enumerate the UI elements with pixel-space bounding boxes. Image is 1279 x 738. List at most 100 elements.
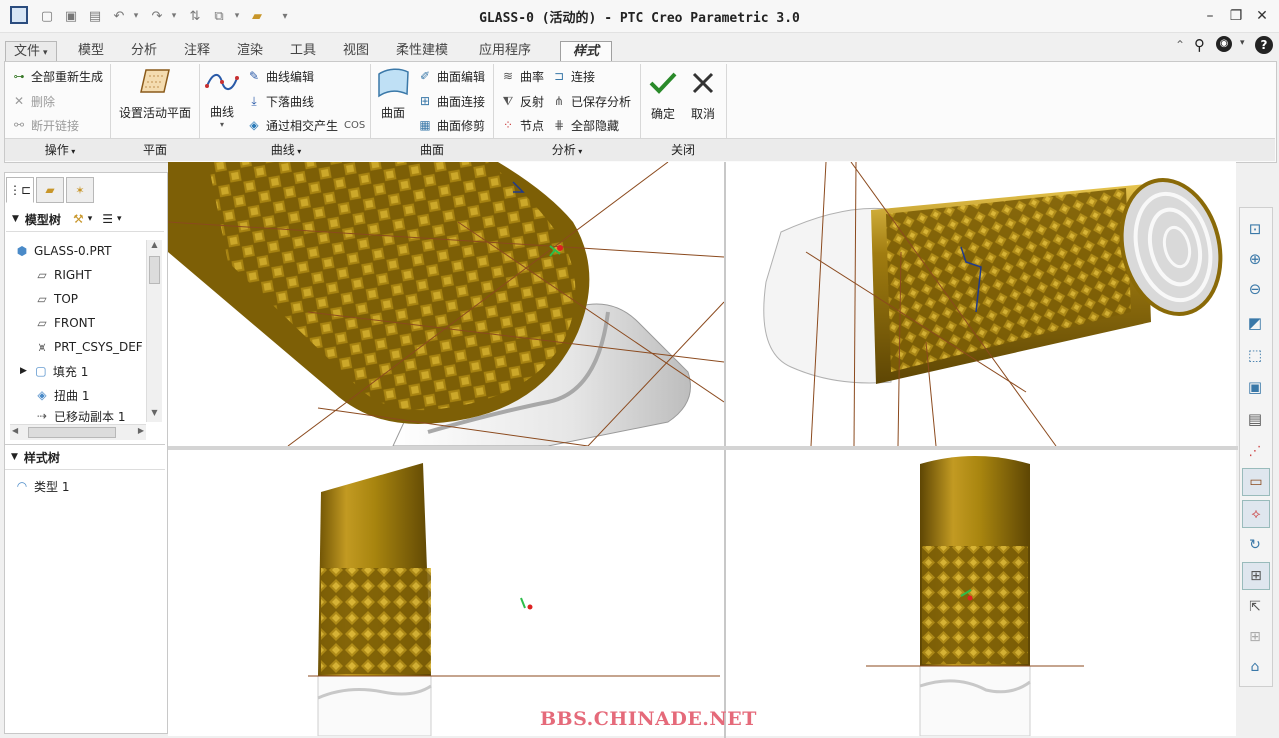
collapse-ribbon-icon[interactable]: ⌃ — [1175, 38, 1185, 52]
tree-item-part[interactable]: ⬢ GLASS-0.PRT — [14, 240, 112, 262]
tree-item-top[interactable]: ▱ TOP — [34, 288, 78, 310]
tree-item-right[interactable]: ▱ RIGHT — [34, 264, 91, 286]
group-analysis[interactable]: 分析 ▾ — [547, 141, 587, 158]
break-link-button[interactable]: ⚯ 断开链接 — [10, 114, 79, 136]
cancel-button[interactable]: 取消 — [685, 70, 721, 122]
group-curve[interactable]: 曲线 ▾ — [266, 141, 306, 158]
zoom-in-icon[interactable]: ⊕ — [1242, 246, 1268, 272]
group-operations[interactable]: 操作 ▾ — [40, 141, 80, 158]
show-icon[interactable]: ☰ — [102, 212, 113, 226]
tree-item-fill[interactable]: ▶ ▢ 填充 1 — [20, 360, 88, 382]
curvature-button[interactable]: ≋ 曲率 — [499, 65, 544, 87]
scroll-thumb[interactable] — [149, 256, 160, 284]
chevron-down-icon: ▾ — [294, 147, 302, 156]
set-active-plane-button[interactable]: 设置活动平面 — [114, 66, 196, 121]
datum-display-icon[interactable]: ⋰ — [1242, 438, 1268, 464]
tree-item-warp[interactable]: ◈ 扭曲 1 — [34, 384, 89, 406]
regenerate-all-button[interactable]: ⊶ 全部重新生成 — [10, 65, 104, 87]
drop-curve-button[interactable]: ⤓ 下落曲线 — [245, 90, 314, 112]
delete-button[interactable]: ✕ 删除 — [10, 90, 55, 112]
curve-button[interactable]: 曲线 ▾ — [203, 70, 241, 129]
zoom-out-icon[interactable]: ⊖ — [1242, 276, 1268, 302]
break-link-icon: ⚯ — [13, 118, 25, 132]
tab-style[interactable]: 样式 — [560, 41, 613, 63]
intersect-curve-icon: ◈ — [249, 118, 259, 132]
active-plane-orient-icon[interactable]: ⇱ — [1242, 594, 1268, 620]
close-icon — [692, 72, 714, 94]
display-style-icon[interactable]: ⬚ — [1242, 342, 1268, 368]
tab-render[interactable]: 渲染 — [229, 41, 271, 61]
multi-view-icon[interactable]: ⊞ — [1242, 624, 1268, 650]
tree-icon: ⋮⊏ — [8, 183, 32, 197]
viewport-divider-vertical[interactable] — [724, 162, 726, 738]
folder-browser-tab[interactable]: ▰ — [36, 177, 64, 203]
surface-button[interactable]: 曲面 — [374, 66, 412, 121]
settings-icon[interactable]: ⚒ — [73, 212, 84, 226]
connect-analysis-button[interactable]: ⊐ 连接 — [550, 65, 595, 87]
tab-annotate[interactable]: 注释 — [176, 41, 218, 61]
surface-edit-button[interactable]: ✐ 曲面编辑 — [416, 65, 485, 87]
model-tree-header[interactable]: ▼ 模型树 ⚒ ▾ ☰ ▾ — [6, 207, 164, 232]
group-close: 关闭 — [670, 143, 695, 157]
tree-item-moved-copy[interactable]: ⇢ 已移动副本 1 — [34, 408, 125, 422]
point-display-icon[interactable]: ⟡ — [1242, 500, 1270, 528]
expand-icon[interactable]: ▶ — [20, 366, 27, 376]
ok-button[interactable]: 确定 — [645, 70, 681, 122]
help-dropdown-icon[interactable]: ▾ — [1240, 38, 1245, 48]
scroll-left-icon[interactable]: ◀ — [12, 426, 18, 435]
chevron-down-icon: ▾ — [43, 48, 48, 58]
repaint-icon[interactable]: ◩ — [1242, 310, 1268, 336]
model-tree-tab[interactable]: ⋮⊏ — [6, 177, 34, 203]
viewport-side[interactable] — [726, 450, 1236, 736]
tab-analysis[interactable]: 分析 — [123, 41, 165, 61]
checkmark-icon — [649, 72, 677, 94]
refit-icon[interactable]: ⊡ — [1242, 216, 1268, 242]
tab-model[interactable]: 模型 — [70, 41, 112, 61]
scroll-down-icon[interactable]: ▼ — [147, 408, 162, 422]
scroll-up-icon[interactable]: ▲ — [147, 240, 162, 254]
chevron-down-icon[interactable]: ▾ — [88, 214, 93, 224]
view-manager-icon[interactable]: ▤ — [1242, 406, 1268, 432]
hide-all-button[interactable]: ⋕ 全部隐藏 — [550, 114, 619, 136]
close-button[interactable]: ✕ — [1250, 5, 1274, 27]
tab-file[interactable]: 文件 ▾ — [5, 41, 57, 62]
viewport-perspective[interactable] — [726, 162, 1236, 446]
tree-item-csys[interactable]: ⩙ PRT_CSYS_DEF — [34, 336, 143, 358]
collapse-icon: ▼ — [12, 214, 19, 224]
tab-view[interactable]: 视图 — [335, 41, 377, 61]
warp-icon: ◈ — [37, 388, 47, 402]
curve-edit-button[interactable]: ✎ 曲线编辑 — [245, 65, 314, 87]
plane-display-icon[interactable]: ▭ — [1242, 468, 1270, 496]
style-view-icon[interactable]: ⌂ — [1242, 654, 1268, 680]
scroll-thumb[interactable] — [28, 427, 116, 438]
cos-curve-button[interactable]: ◈ 通过相交产生 COS — [245, 114, 365, 136]
help-icon[interactable]: ◉ — [1216, 36, 1232, 52]
style-type-icon: ◠ — [16, 479, 28, 493]
surface-connect-button[interactable]: ⊞ 曲面连接 — [416, 90, 485, 112]
tree-item-front[interactable]: ▱ FRONT — [34, 312, 95, 334]
reflection-button[interactable]: ⧨ 反射 — [499, 90, 544, 112]
favorites-tab[interactable]: ✶ — [66, 177, 94, 203]
spin-center-icon[interactable]: ↻ — [1242, 532, 1268, 558]
grid-display-icon[interactable]: ⊞ — [1242, 562, 1270, 590]
surface-trim-button[interactable]: ▦ 曲面修剪 — [416, 114, 485, 136]
tab-tools[interactable]: 工具 — [282, 41, 324, 61]
restore-button[interactable]: ❐ — [1224, 5, 1248, 27]
chevron-down-icon[interactable]: ▾ — [117, 214, 122, 224]
minimize-button[interactable]: – — [1198, 5, 1222, 27]
help-button[interactable]: ? — [1255, 36, 1273, 54]
viewport-isometric[interactable] — [168, 162, 724, 446]
style-tree-item[interactable]: ◠ 类型 1 — [14, 475, 70, 497]
tree-vertical-scrollbar[interactable]: ▲ ▼ — [146, 240, 162, 422]
viewport-divider-horizontal[interactable] — [168, 446, 1238, 450]
tab-applications[interactable]: 应用程序 — [471, 41, 539, 61]
saved-orientations-icon[interactable]: ▣ — [1242, 374, 1268, 400]
saved-analysis-button[interactable]: ⋔ 已保存分析 — [550, 90, 631, 112]
scroll-right-icon[interactable]: ▶ — [138, 426, 144, 435]
search-icon[interactable]: ⚲ — [1194, 36, 1205, 54]
style-tree-header[interactable]: ▼ 样式树 — [5, 444, 165, 470]
node-button[interactable]: ⁘ 节点 — [499, 114, 544, 136]
tab-flexible-modeling[interactable]: 柔性建模 — [388, 41, 456, 61]
viewport-front[interactable] — [168, 450, 724, 736]
tree-horizontal-scrollbar[interactable]: ◀ ▶ — [10, 424, 146, 440]
